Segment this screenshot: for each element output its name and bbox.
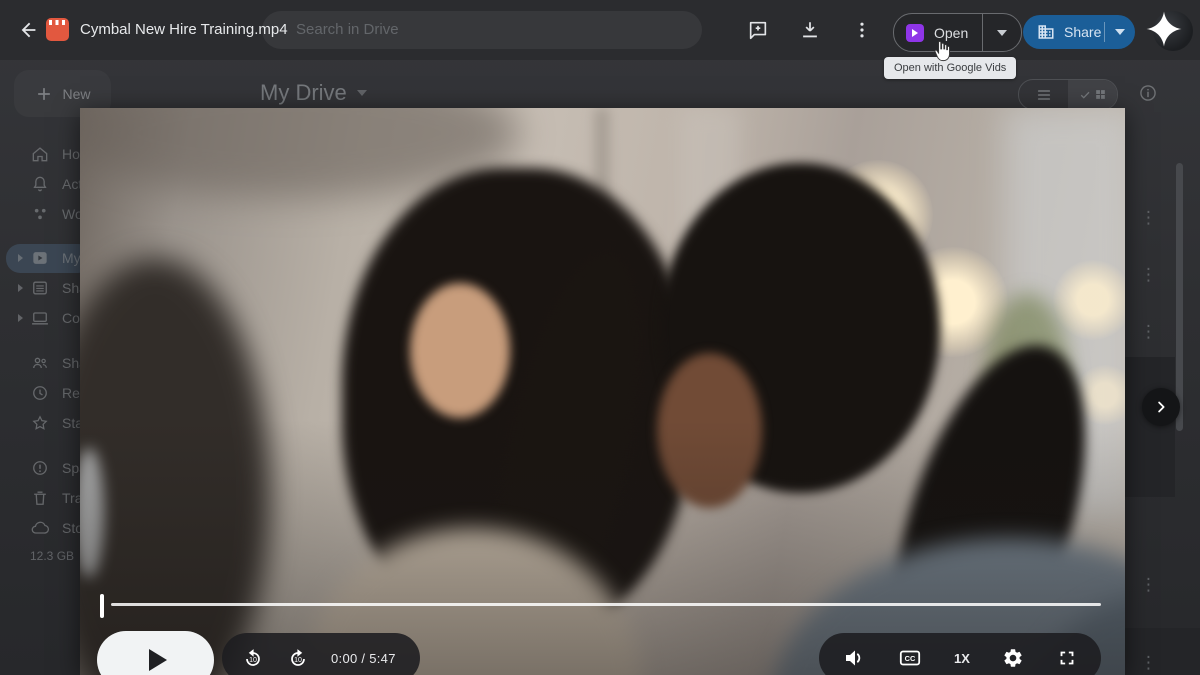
share-dropdown-button[interactable]: [1105, 15, 1135, 49]
video-file-icon: [46, 18, 69, 41]
domain-share-icon: [1037, 23, 1055, 41]
drive-video-preview: Search in Drive New My Drive Home Activi…: [0, 0, 1200, 675]
rewind-10-button[interactable]: 10: [241, 646, 265, 670]
arrow-left-icon: [18, 19, 40, 41]
play-button[interactable]: [97, 631, 214, 675]
spam-icon: [30, 458, 50, 478]
more-options-icon: ⋮: [1140, 320, 1154, 344]
captions-button[interactable]: CC: [898, 646, 922, 670]
player-right-controls: CC 1X: [819, 633, 1101, 675]
hand-cursor: [931, 39, 953, 63]
scrollbar: [1176, 163, 1183, 431]
gemini-sparkle-icon: [1144, 9, 1184, 49]
more-options-icon: ⋮: [1140, 206, 1154, 230]
video-progress-bar[interactable]: [111, 603, 1101, 606]
clock-icon: [30, 383, 50, 403]
plus-icon: [34, 84, 54, 104]
add-comment-button[interactable]: [746, 18, 770, 42]
cloud-icon: [30, 518, 50, 538]
svg-text:10: 10: [294, 657, 302, 664]
chevron-down-icon: [997, 30, 1007, 36]
expand-caret-icon: [18, 314, 23, 322]
workspaces-icon: [30, 204, 50, 224]
computer-icon: [30, 308, 50, 328]
chevron-down-icon: [1115, 29, 1125, 35]
playback-speed-button[interactable]: 1X: [954, 651, 970, 666]
more-options-button[interactable]: [850, 18, 874, 42]
add-comment-icon: [747, 19, 769, 41]
star-icon: [30, 413, 50, 433]
storage-used-label: 12.3 GB: [30, 549, 74, 563]
my-drive-heading: My Drive: [260, 80, 367, 106]
check-icon: [1079, 89, 1091, 101]
video-playhead[interactable]: [100, 594, 104, 618]
settings-gear-button[interactable]: [1002, 647, 1024, 669]
forward-10-button[interactable]: 10: [286, 646, 310, 670]
video-player[interactable]: 10 10 0:00 / 5:47 CC 1X: [80, 108, 1125, 675]
svg-text:CC: CC: [905, 654, 916, 663]
time-display: 0:00 / 5:47: [331, 651, 396, 666]
grid-icon: [1094, 88, 1107, 101]
my-drive-icon: [30, 248, 50, 268]
next-item-button[interactable]: [1142, 388, 1180, 426]
svg-text:10: 10: [249, 657, 257, 664]
file-title: Cymbal New Hire Training.mp4: [80, 21, 288, 38]
google-vids-icon: [906, 24, 924, 42]
bell-icon: [30, 174, 50, 194]
download-button[interactable]: [798, 18, 822, 42]
new-button-label: New: [62, 86, 90, 102]
chevron-down-icon: [357, 90, 367, 96]
more-options-icon: ⋮: [1140, 573, 1154, 597]
view-toggle: [1018, 79, 1118, 110]
my-drive-heading-label: My Drive: [260, 80, 347, 106]
shared-drives-icon: [30, 278, 50, 298]
share-split-button: Share: [1023, 15, 1135, 49]
open-with-dropdown-button[interactable]: [983, 14, 1021, 51]
grid-view-toggle: [1068, 80, 1117, 109]
more-options-icon: ⋮: [1140, 651, 1154, 675]
list-view-icon: [1019, 80, 1068, 109]
back-button[interactable]: [14, 15, 44, 45]
kebab-menu-icon: [852, 20, 872, 40]
play-icon: [149, 649, 167, 671]
search-placeholder: Search in Drive: [296, 21, 399, 38]
more-options-icon: ⋮: [1140, 263, 1154, 287]
open-split-button: Open: [893, 13, 1022, 52]
people-icon: [30, 353, 50, 373]
player-left-controls: 10 10 0:00 / 5:47: [222, 633, 420, 675]
fullscreen-button[interactable]: [1056, 647, 1078, 669]
trash-icon: [30, 488, 50, 508]
download-icon: [799, 19, 821, 41]
volume-button[interactable]: [842, 646, 866, 670]
background-panel: [1125, 628, 1200, 675]
chevron-right-icon: [1152, 398, 1170, 416]
home-icon: [30, 144, 50, 164]
expand-caret-icon: [18, 254, 23, 262]
share-button-label: Share: [1064, 24, 1101, 40]
info-icon: [1138, 83, 1158, 103]
share-button[interactable]: Share: [1023, 15, 1104, 49]
background-panel: [1125, 357, 1175, 497]
video-frame-content: [80, 108, 1125, 675]
expand-caret-icon: [18, 284, 23, 292]
